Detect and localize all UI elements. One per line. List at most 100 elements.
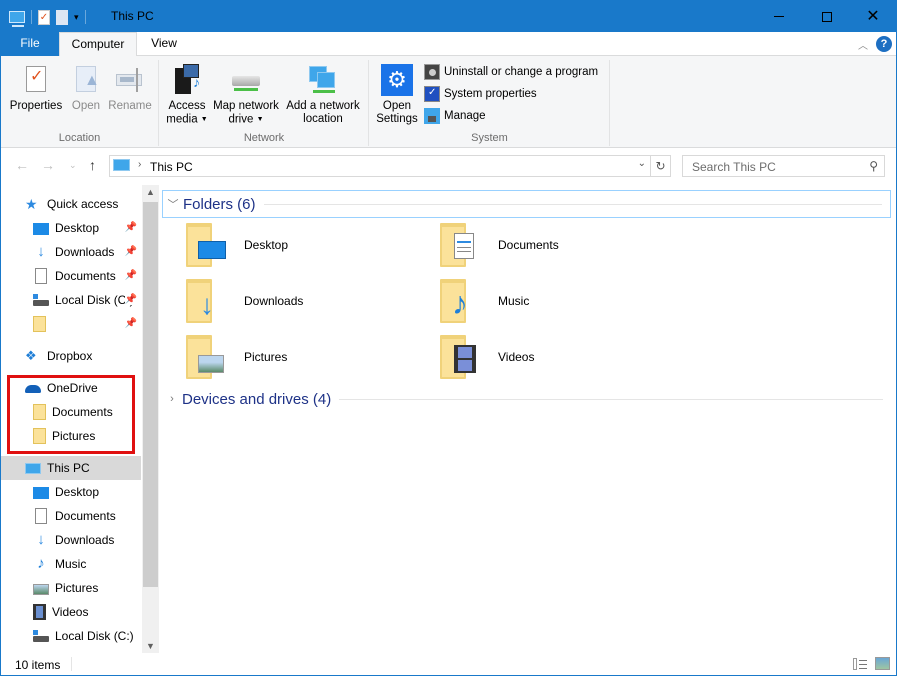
open-button[interactable]: ▲ Open [67,64,105,113]
navigation-bar: ← → ⌄ ↑ › This PC ⌄ ↻ Search This PC ⚲ [1,149,896,185]
content-pane: ﹀ Folders (6) Desktop Documents ↓ Downlo… [160,185,896,653]
maximize-button[interactable] [804,1,850,32]
refresh-button[interactable]: ↻ [650,156,670,176]
nav-item-pc-desktop[interactable]: Desktop [1,480,141,504]
back-button[interactable]: ← [15,157,29,173]
title-bar: ✓ ▾ This PC ✕ [1,1,896,32]
up-button[interactable]: ↑ [89,157,96,173]
settings-gear-icon: ⚙ [381,64,413,96]
documents-folder-icon [440,221,488,269]
breadcrumb-this-pc[interactable]: This PC [150,160,193,174]
group-label-network: Network [243,132,285,144]
nav-item-desktop[interactable]: Desktop 📌 [1,216,141,240]
nav-pane-scrollbar[interactable]: ▲ ▼ [142,185,159,653]
new-folder-icon[interactable] [56,9,68,25]
nav-item-quick-access[interactable]: ★ Quick access [1,192,141,216]
address-bar[interactable]: › This PC ⌄ ↻ [109,155,671,177]
star-icon: ★ [25,196,38,212]
chevron-right-icon[interactable]: › [162,393,182,405]
dropbox-icon: ❖ [25,348,37,363]
videos-icon [33,604,46,620]
nav-item-pc-music[interactable]: ♪ Music [1,552,141,576]
large-icons-view-icon[interactable] [875,657,890,670]
scroll-up-icon[interactable]: ▲ [142,187,159,197]
pin-icon[interactable]: 📌 [125,246,137,257]
tab-file[interactable]: File [1,32,59,56]
scrollbar-thumb[interactable] [143,202,158,587]
divider [263,203,882,205]
window-title: This PC [111,9,154,23]
access-media-button[interactable]: ♪ Access media ▼ [164,64,210,127]
minimize-icon [774,16,784,17]
nav-item-downloads[interactable]: ↓ Downloads 📌 [1,240,141,264]
separator [31,10,32,24]
map-network-drive-icon [230,64,262,96]
nav-item-pc-documents[interactable]: Documents [1,504,141,528]
folder-icon [33,316,46,332]
group-header-folders[interactable]: ﹀ Folders (6) [162,190,891,218]
nav-item-unnamed-folder[interactable]: 📌 [1,312,141,336]
nav-item-dropbox[interactable]: ❖ Dropbox [1,344,141,368]
pin-icon[interactable]: 📌 [125,318,137,329]
breadcrumb-separator-icon[interactable]: › [138,159,141,170]
music-icon: ♪ [37,555,45,572]
nav-item-documents[interactable]: Documents 📌 [1,264,141,288]
folder-music[interactable]: ♪ Music [440,277,680,325]
folder-downloads[interactable]: ↓ Downloads [186,277,426,325]
manage-button[interactable]: Manage [424,106,486,126]
details-view-icon[interactable] [853,658,867,670]
nav-item-pc-videos[interactable]: Videos [1,600,141,624]
tab-computer[interactable]: Computer [59,32,137,57]
properties-icon: ✓ [20,64,52,96]
recent-locations-button[interactable]: ⌄ [69,160,77,171]
nav-item-local-disk-quick[interactable]: Local Disk (C:) 📌 [1,288,141,312]
nav-item-pc-pictures[interactable]: Pictures [1,576,141,600]
forward-button[interactable]: → [41,157,55,173]
close-button[interactable]: ✕ [850,1,896,32]
nav-item-pc-downloads[interactable]: ↓ Downloads [1,528,141,552]
system-properties-button[interactable]: ✓ System properties [424,84,537,104]
manage-icon [424,108,440,124]
local-disk-icon [33,292,49,308]
chevron-down-icon[interactable]: ﹀ [163,196,183,212]
scroll-down-icon[interactable]: ▼ [142,641,159,651]
group-header-devices[interactable]: › Devices and drives (4) [162,385,891,413]
search-input[interactable]: Search This PC [692,160,776,174]
ribbon-group-location: ✓ Properties ▲ Open Rename Location [1,60,159,146]
desktop-icon [33,223,49,235]
downloads-icon: ↓ [37,531,45,548]
minimize-button[interactable] [756,1,802,32]
nav-item-this-pc[interactable]: This PC [1,456,141,480]
address-dropdown-icon[interactable]: ⌄ [638,158,646,169]
pin-icon[interactable]: 📌 [124,294,137,305]
open-settings-button[interactable]: ⚙ Open Settings [374,64,420,126]
pin-icon[interactable]: 📌 [125,270,137,281]
collapse-ribbon-icon[interactable]: ︿ [858,37,868,52]
properties-button[interactable]: ✓ Properties [7,64,65,113]
close-icon: ✕ [866,7,880,25]
help-icon[interactable]: ? [876,36,892,52]
search-icon[interactable]: ⚲ [869,159,878,173]
map-network-drive-button[interactable]: Map network drive ▼ [210,64,282,127]
uninstall-icon [424,64,440,80]
add-network-location-button[interactable]: Add a network location [283,64,363,126]
rename-button[interactable]: Rename [107,64,153,113]
folder-pictures[interactable]: Pictures [186,333,426,381]
folder-desktop[interactable]: Desktop [186,221,426,269]
pin-icon[interactable]: 📌 [125,222,137,233]
pictures-folder-icon [186,333,234,381]
item-count: 10 items [15,658,61,672]
uninstall-program-button[interactable]: Uninstall or change a program [424,62,598,82]
open-icon: ▲ [70,64,102,96]
folder-videos[interactable]: Videos [440,333,680,381]
folder-documents[interactable]: Documents [440,221,680,269]
documents-icon [35,268,47,284]
status-bar: 10 items [1,653,896,675]
nav-item-pc-local-disk[interactable]: Local Disk (C:) [1,624,141,648]
onedrive-highlight-box [7,375,135,454]
search-box[interactable]: Search This PC ⚲ [682,155,885,177]
customize-dropdown-icon[interactable]: ▾ [74,12,79,23]
tab-view[interactable]: View [139,32,189,56]
this-pc-icon[interactable] [9,11,25,27]
properties-icon[interactable]: ✓ [38,9,50,25]
